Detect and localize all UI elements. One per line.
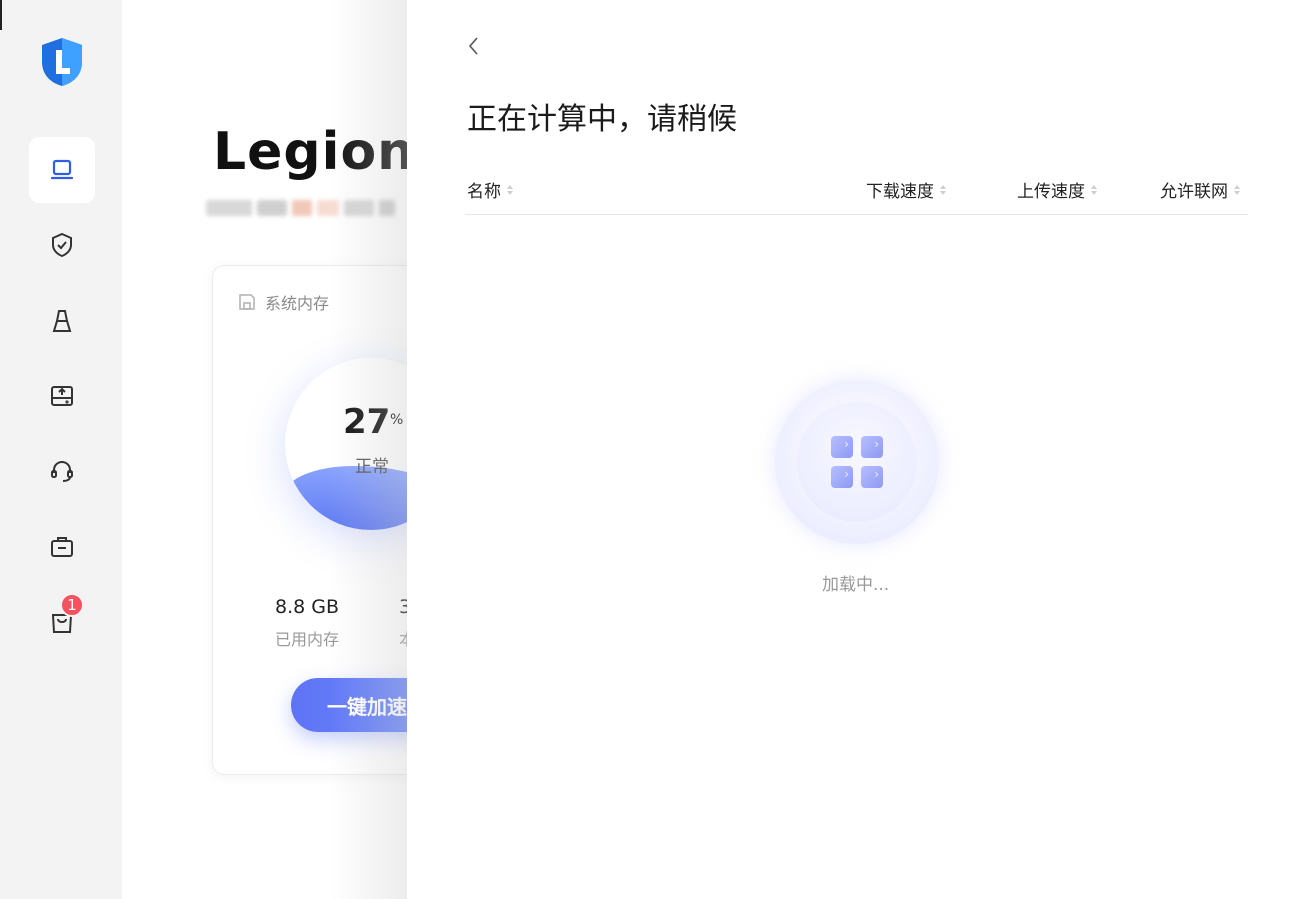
column-allow-network[interactable]: 允许联网: [1160, 177, 1240, 202]
loading-text: 加载中...: [822, 575, 890, 595]
app-logo-icon: [38, 36, 86, 88]
sidebar-item-toolbox[interactable]: [29, 513, 95, 579]
memory-icon: [239, 294, 255, 310]
sidebar-item-security[interactable]: [29, 212, 95, 278]
sort-icon: [1091, 184, 1097, 195]
chevron-left-icon: [468, 37, 478, 55]
column-name[interactable]: 名称: [467, 177, 513, 202]
loading-spinner: [775, 380, 939, 544]
sidebar-item-support[interactable]: [29, 438, 95, 504]
column-name-label: 名称: [467, 182, 501, 202]
memory-card-title: 系统内存: [265, 294, 330, 313]
sidebar-item-drivers[interactable]: [29, 363, 95, 429]
shield-check-icon: [52, 232, 72, 258]
briefcase-icon: [51, 537, 73, 557]
drawer-title: 正在计算中，请稍候: [467, 102, 737, 137]
sort-icon: [1234, 184, 1240, 195]
sidebar-item-device[interactable]: [29, 137, 95, 203]
sidebar: 1: [0, 0, 122, 899]
memory-card-header: 系统内存: [237, 290, 329, 314]
sidebar-item-cleanup[interactable]: [29, 288, 95, 354]
column-download-speed[interactable]: 下载速度: [866, 177, 946, 202]
upload-tray-icon: [51, 386, 73, 406]
back-button[interactable]: [463, 34, 487, 58]
headset-icon: [51, 460, 73, 482]
broom-icon: [52, 310, 72, 332]
sort-icon: [940, 184, 946, 195]
apps-grid-icon: [831, 436, 883, 488]
drawer-overlay-shadow: [330, 0, 408, 899]
column-allow-label: 允许联网: [1160, 182, 1228, 202]
store-badge: 1: [60, 593, 84, 617]
window-edge-mark: [0, 0, 2, 30]
column-upload-speed[interactable]: 上传速度: [1017, 177, 1097, 202]
table-header: 名称 下载速度 上传速度 允许联网: [465, 170, 1248, 215]
column-download-label: 下载速度: [866, 182, 934, 202]
laptop-icon: [50, 159, 74, 180]
sort-icon: [507, 184, 513, 195]
network-speed-drawer: 正在计算中，请稍候 名称 下载速度 上传速度 允许联网 › › › › 加载中.…: [407, 0, 1305, 899]
column-upload-label: 上传速度: [1017, 182, 1085, 202]
